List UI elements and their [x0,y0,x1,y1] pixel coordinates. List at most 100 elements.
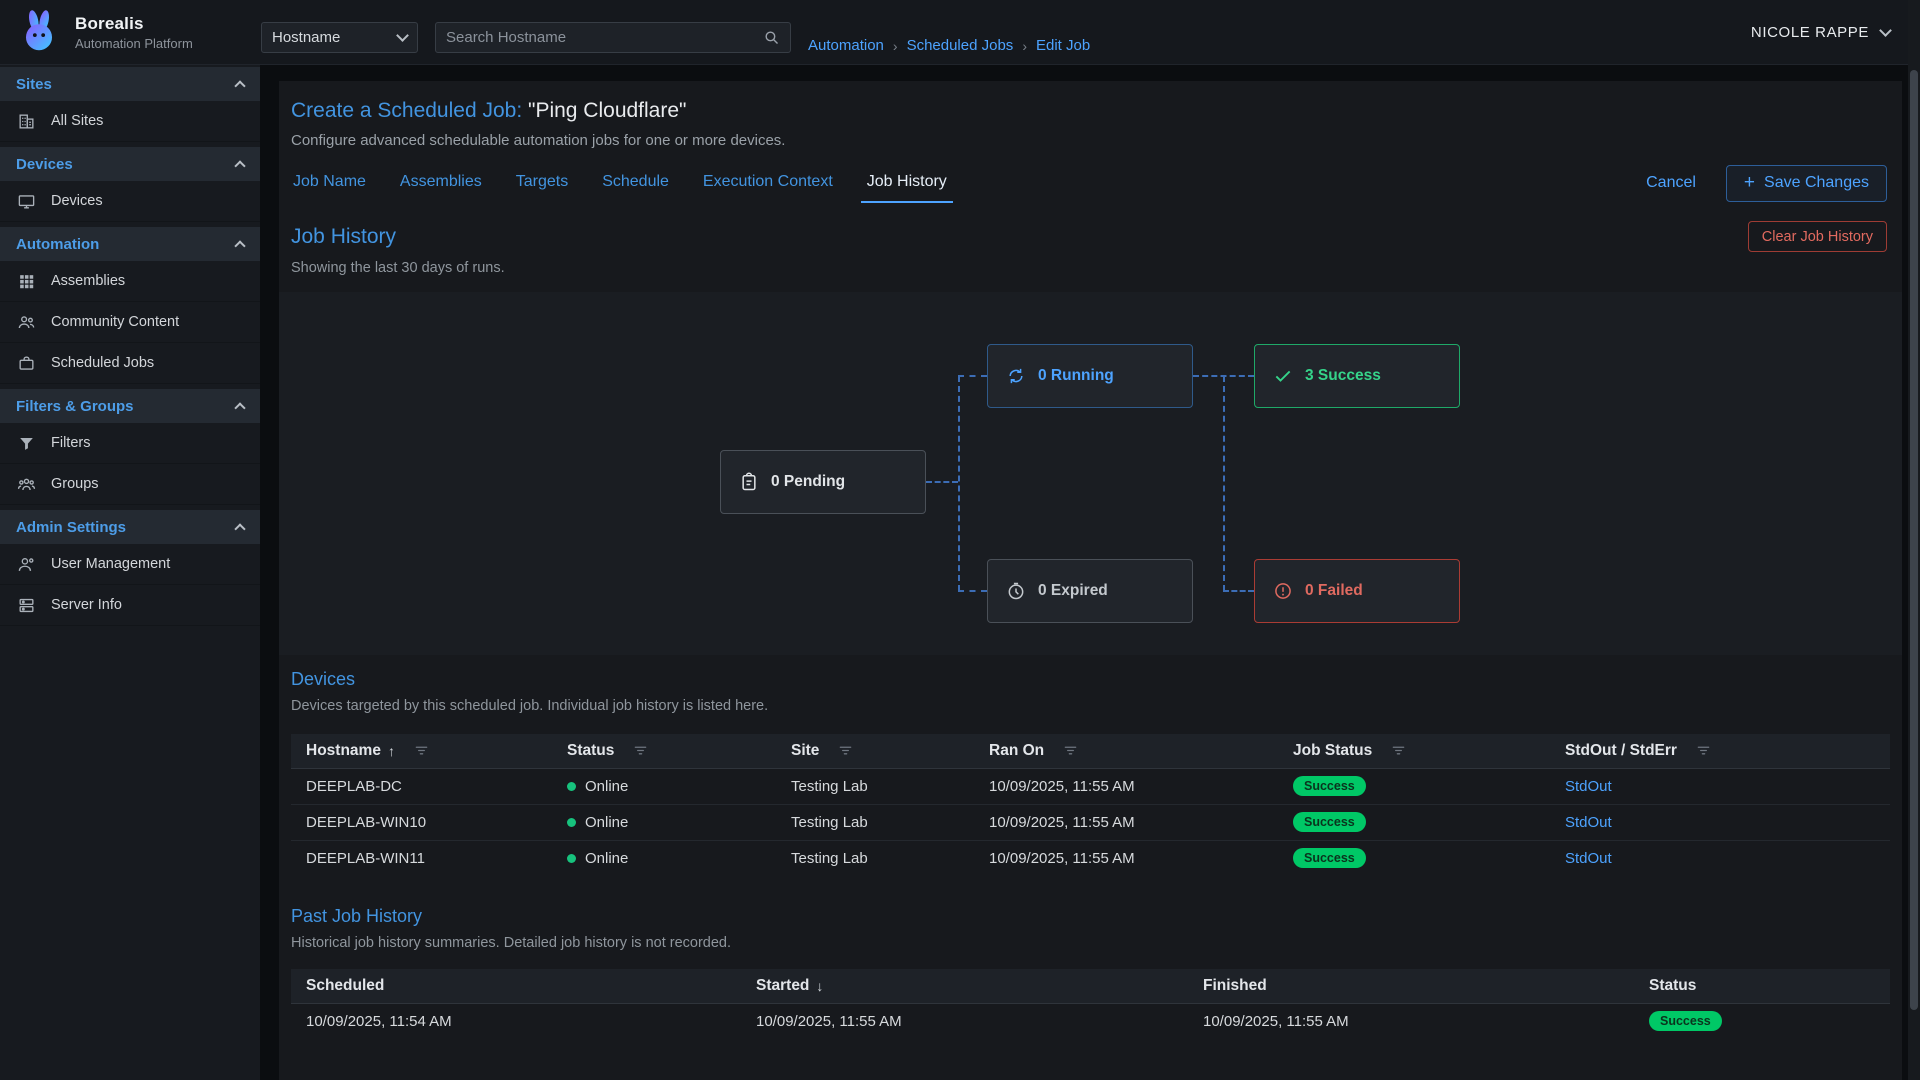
sidebar-item-label: Assemblies [51,273,125,289]
sidebar-section-admin-settings[interactable]: Admin Settings [0,510,260,544]
column-header-status[interactable]: Status [1649,969,1890,1003]
column-header-hostname[interactable]: Hostname ↑ [291,734,567,768]
flow-node-label: 0 Expired [1038,582,1108,600]
grid-icon [17,272,36,291]
sidebar-item-label: Groups [51,476,99,492]
sidebar-item-label: Devices [51,193,103,209]
page-title-job-name: "Ping Cloudflare" [522,99,686,122]
cell-hostname: DEEPLAB-WIN10 [291,804,567,840]
sidebar-item-label: Server Info [51,597,122,613]
sidebar-section-automation[interactable]: Automation [0,227,260,261]
filter-icon[interactable] [1696,743,1711,758]
job-history-header-row: Job History Clear Job History [291,221,1887,252]
sidebar-section-filters-groups[interactable]: Filters & Groups [0,389,260,423]
past-job-history-caption: Historical job history summaries. Detail… [291,935,1887,951]
sidebar-item-scheduled-jobs[interactable]: Scheduled Jobs [0,343,260,384]
status-badge: Success [1293,776,1366,796]
user-menu[interactable]: NICOLE RAPPE [1751,0,1890,65]
devices-table: Hostname ↑ Status Site Ran On [291,734,1890,876]
hostname-select-value: Hostname [272,29,340,46]
column-label: Site [791,742,819,760]
sort-desc-icon: ↓ [816,978,823,994]
column-header-stdout[interactable]: StdOut / StdErr [1565,734,1890,768]
failed-alert-icon [1273,581,1293,601]
tab-execution-context[interactable]: Execution Context [701,163,835,203]
sidebar-item-assemblies[interactable]: Assemblies [0,261,260,302]
sidebar-section-sites[interactable]: Sites [0,67,260,101]
sidebar-item-label: All Sites [51,113,103,129]
filter-icon[interactable] [1391,743,1406,758]
flow-node-failed: 0 Failed [1254,559,1460,623]
cell-ran-on: 10/09/2025, 11:55 AM [989,804,1293,840]
chevron-up-icon [234,160,245,171]
filter-icon[interactable] [414,743,429,758]
column-label: Scheduled [306,977,384,995]
job-history-caption: Showing the last 30 days of runs. [291,260,1887,276]
cancel-button[interactable]: Cancel [1646,174,1696,192]
tab-schedule[interactable]: Schedule [600,163,671,203]
tab-job-history[interactable]: Job History [865,163,949,203]
save-changes-button[interactable]: + Save Changes [1726,165,1887,202]
monitor-icon [17,192,36,211]
chevron-up-icon [234,80,245,91]
column-label: Ran On [989,742,1044,760]
search-input[interactable] [446,29,763,46]
page-title: Create a Scheduled Job: "Ping Cloudflare… [291,99,1887,123]
cell-ran-on: 10/09/2025, 11:55 AM [989,768,1293,804]
flow-connector [958,375,987,377]
cell-hostname: DEEPLAB-WIN11 [291,840,567,876]
stdout-link[interactable]: StdOut [1565,850,1612,867]
groups-icon [17,475,36,494]
column-header-scheduled[interactable]: Scheduled [291,969,756,1003]
column-header-site[interactable]: Site [791,734,989,768]
breadcrumb-edit-job[interactable]: Edit Job [1036,37,1090,54]
tab-job-name[interactable]: Job Name [291,163,368,203]
stdout-link[interactable]: StdOut [1565,814,1612,831]
sidebar-item-all-sites[interactable]: All Sites [0,101,260,142]
sidebar-item-filters[interactable]: Filters [0,423,260,464]
flow-connector [958,590,987,592]
breadcrumb-automation[interactable]: Automation [808,37,884,54]
filter-icon[interactable] [838,743,853,758]
sidebar-item-devices[interactable]: Devices [0,181,260,222]
breadcrumb-scheduled-jobs[interactable]: Scheduled Jobs [907,37,1014,54]
filter-icon[interactable] [633,743,648,758]
section-label: Admin Settings [16,519,126,536]
scrollbar-thumb[interactable] [1910,70,1918,1010]
sidebar-section-devices[interactable]: Devices [0,147,260,181]
column-header-finished[interactable]: Finished [1203,969,1649,1003]
cell-job-status: Success [1293,840,1565,876]
tab-assemblies[interactable]: Assemblies [398,163,484,203]
column-header-status[interactable]: Status [567,734,791,768]
sidebar-item-user-management[interactable]: User Management [0,544,260,585]
job-history-heading: Job History [291,225,396,249]
column-header-started[interactable]: Started ↓ [756,969,1203,1003]
hostname-select[interactable]: Hostname [261,22,418,53]
search-box[interactable] [435,22,791,53]
flow-connector [1223,376,1225,591]
search-icon[interactable] [763,29,780,46]
sidebar-item-community-content[interactable]: Community Content [0,302,260,343]
clear-job-history-button[interactable]: Clear Job History [1748,221,1887,252]
borealis-logo-icon [14,7,64,57]
stdout-link[interactable]: StdOut [1565,778,1612,795]
sidebar-item-server-info[interactable]: Server Info [0,585,260,626]
cell-scheduled: 10/09/2025, 11:54 AM [291,1003,756,1039]
filter-icon[interactable] [1063,743,1078,758]
community-icon [17,313,36,332]
breadcrumb: Automation › Scheduled Jobs › Edit Job [808,37,1090,54]
cell-ran-on: 10/09/2025, 11:55 AM [989,840,1293,876]
tab-targets[interactable]: Targets [514,163,570,203]
column-label: Job Status [1293,742,1372,760]
sidebar-item-label: Filters [51,435,90,451]
column-header-job-status[interactable]: Job Status [1293,734,1565,768]
cell-status: Online [567,840,791,876]
sidebar-item-groups[interactable]: Groups [0,464,260,505]
past-table-header-row: Scheduled Started ↓ Finished Status [291,969,1890,1003]
pending-clipboard-icon [739,472,759,492]
column-header-ran-on[interactable]: Ran On [989,734,1293,768]
main-panel: Create a Scheduled Job: "Ping Cloudflare… [279,81,1902,1080]
column-label: Finished [1203,977,1267,995]
cell-finished: 10/09/2025, 11:55 AM [1203,1003,1649,1039]
column-label: Started [756,977,809,995]
